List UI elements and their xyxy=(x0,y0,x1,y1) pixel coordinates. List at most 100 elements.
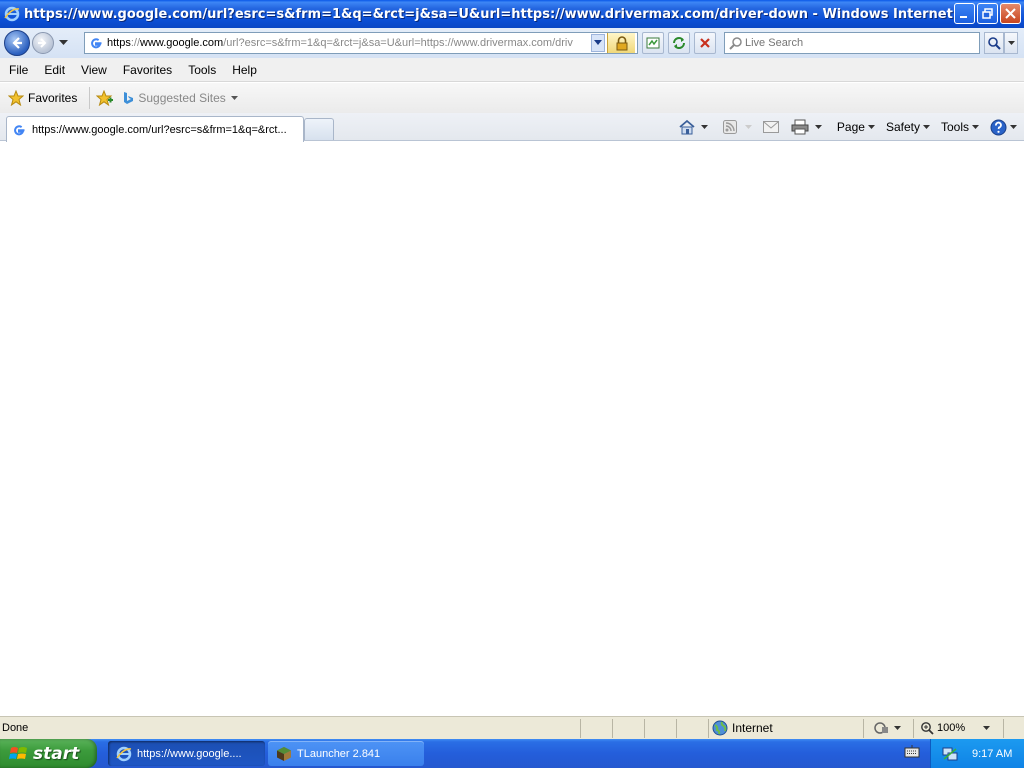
add-to-favorites-bar-button[interactable] xyxy=(96,90,114,106)
windows-logo-icon xyxy=(9,746,27,759)
close-icon xyxy=(1005,8,1016,19)
search-go-button[interactable] xyxy=(984,32,1004,54)
chevron-down-icon xyxy=(972,124,979,129)
page-content[interactable] xyxy=(0,142,1024,716)
status-cell xyxy=(580,718,612,738)
forward-arrow-icon xyxy=(38,38,47,48)
feeds-button[interactable] xyxy=(722,120,753,134)
zoom-level: 100% xyxy=(937,722,966,734)
favorites-button[interactable]: Favorites xyxy=(2,86,83,110)
chevron-down-icon xyxy=(1010,124,1017,129)
tools-menu-button[interactable]: Tools xyxy=(941,120,980,134)
start-label: start xyxy=(33,743,80,764)
menu-view[interactable]: View xyxy=(73,58,115,82)
restore-icon xyxy=(982,8,993,19)
printer-icon xyxy=(791,119,809,135)
command-bar: Page Safety Tools xyxy=(668,115,1018,139)
recent-pages-dropdown[interactable] xyxy=(56,33,70,53)
tab-bar: https://www.google.com/url?esrc=s&frm=1&… xyxy=(0,113,1024,142)
back-button[interactable] xyxy=(4,30,30,56)
page-menu-button[interactable]: Page xyxy=(837,120,876,134)
taskbar-item-label: https://www.google.... xyxy=(137,747,242,760)
chevron-down-icon xyxy=(594,40,602,45)
address-url[interactable]: https://www.google.com/url?esrc=s&frm=1&… xyxy=(107,37,593,49)
forward-button[interactable] xyxy=(32,32,54,54)
compatibility-icon xyxy=(646,37,660,49)
tools-menu-label: Tools xyxy=(940,120,969,134)
address-bar[interactable]: https://www.google.com/url?esrc=s&frm=1&… xyxy=(84,32,638,54)
chevron-down-icon[interactable] xyxy=(814,124,823,130)
page-menu-label: Page xyxy=(836,120,865,134)
menu-help[interactable]: Help xyxy=(224,58,265,82)
minimize-button[interactable] xyxy=(954,3,975,24)
chevron-down-icon[interactable] xyxy=(700,124,709,130)
safety-menu-button[interactable]: Safety xyxy=(886,120,931,134)
chevron-down-icon xyxy=(1007,40,1015,45)
taskbar-item-ie[interactable]: https://www.google.... xyxy=(108,741,265,766)
print-button[interactable] xyxy=(791,119,823,135)
menu-file[interactable]: File xyxy=(0,58,36,82)
suggested-sites-label: Suggested Sites xyxy=(138,91,226,105)
search-icon xyxy=(988,37,1001,50)
new-tab-button[interactable] xyxy=(304,118,334,140)
google-favicon-icon xyxy=(14,124,25,135)
minimize-icon xyxy=(960,16,967,18)
chevron-down-icon xyxy=(894,725,901,730)
system-tray: 9:17 AM xyxy=(930,739,1024,768)
search-icon xyxy=(727,34,745,52)
refresh-button[interactable] xyxy=(668,32,690,54)
chevron-down-icon xyxy=(58,40,68,45)
ie-icon xyxy=(116,746,132,761)
taskbar-item-tlauncher[interactable]: TLauncher 2.841 xyxy=(268,741,424,766)
chevron-down-icon[interactable] xyxy=(744,124,753,130)
network-icon[interactable] xyxy=(942,746,958,762)
menu-bar: File Edit View Favorites Tools Help xyxy=(0,58,1024,82)
protected-mode-button[interactable] xyxy=(863,718,913,738)
menu-favorites[interactable]: Favorites xyxy=(115,58,180,82)
add-favorite-star-icon xyxy=(96,90,114,106)
star-icon xyxy=(8,90,24,106)
title-bar[interactable]: https://www.google.com/url?esrc=s&frm=1&… xyxy=(0,0,1024,28)
mail-icon xyxy=(762,121,779,133)
back-arrow-icon xyxy=(12,37,22,49)
search-box[interactable] xyxy=(724,32,980,54)
chevron-down-icon xyxy=(922,124,930,129)
security-zone[interactable]: Internet xyxy=(708,718,863,738)
security-lock-button[interactable] xyxy=(607,33,635,53)
status-cell xyxy=(612,718,644,738)
favorites-bar: Favorites Suggested Sites xyxy=(0,83,1024,113)
search-options-dropdown[interactable] xyxy=(1004,32,1018,54)
suggested-sites-button[interactable]: Suggested Sites xyxy=(122,91,238,105)
chevron-down-icon xyxy=(867,124,875,129)
tab-current[interactable]: https://www.google.com/url?esrc=s&frm=1&… xyxy=(6,116,304,142)
stop-button[interactable] xyxy=(694,32,716,54)
tab-title: https://www.google.com/url?esrc=s&frm=1&… xyxy=(32,123,287,136)
close-button[interactable] xyxy=(1000,3,1021,24)
status-text: Done xyxy=(2,722,29,734)
clock[interactable]: 9:17 AM xyxy=(972,748,1012,760)
zoom-button[interactable]: 100% xyxy=(913,718,1003,738)
bing-icon xyxy=(124,92,134,104)
help-icon xyxy=(990,119,1007,135)
language-bar-icon[interactable] xyxy=(904,745,920,759)
restore-button[interactable] xyxy=(977,3,998,24)
menu-edit[interactable]: Edit xyxy=(36,58,73,82)
divider xyxy=(89,87,91,109)
globe-icon xyxy=(712,720,728,736)
address-dropdown-button[interactable] xyxy=(591,34,605,52)
resize-grip[interactable] xyxy=(1003,718,1023,738)
compatibility-view-button[interactable] xyxy=(642,32,664,54)
home-button[interactable] xyxy=(678,119,709,135)
help-menu-button[interactable] xyxy=(990,119,1018,136)
menu-tools[interactable]: Tools xyxy=(180,58,224,82)
taskbar-item-label: TLauncher 2.841 xyxy=(297,747,381,760)
read-mail-button[interactable] xyxy=(762,121,779,133)
taskbar: start https://www.google.... TLauncher 2… xyxy=(0,739,1024,768)
window-title: https://www.google.com/url?esrc=s&frm=1&… xyxy=(24,6,964,22)
chevron-down-icon xyxy=(983,725,991,730)
status-cell xyxy=(644,718,676,738)
status-cell xyxy=(676,718,708,738)
start-button[interactable]: start xyxy=(0,739,97,768)
search-input[interactable] xyxy=(745,37,970,49)
rss-feed-icon xyxy=(722,120,737,134)
